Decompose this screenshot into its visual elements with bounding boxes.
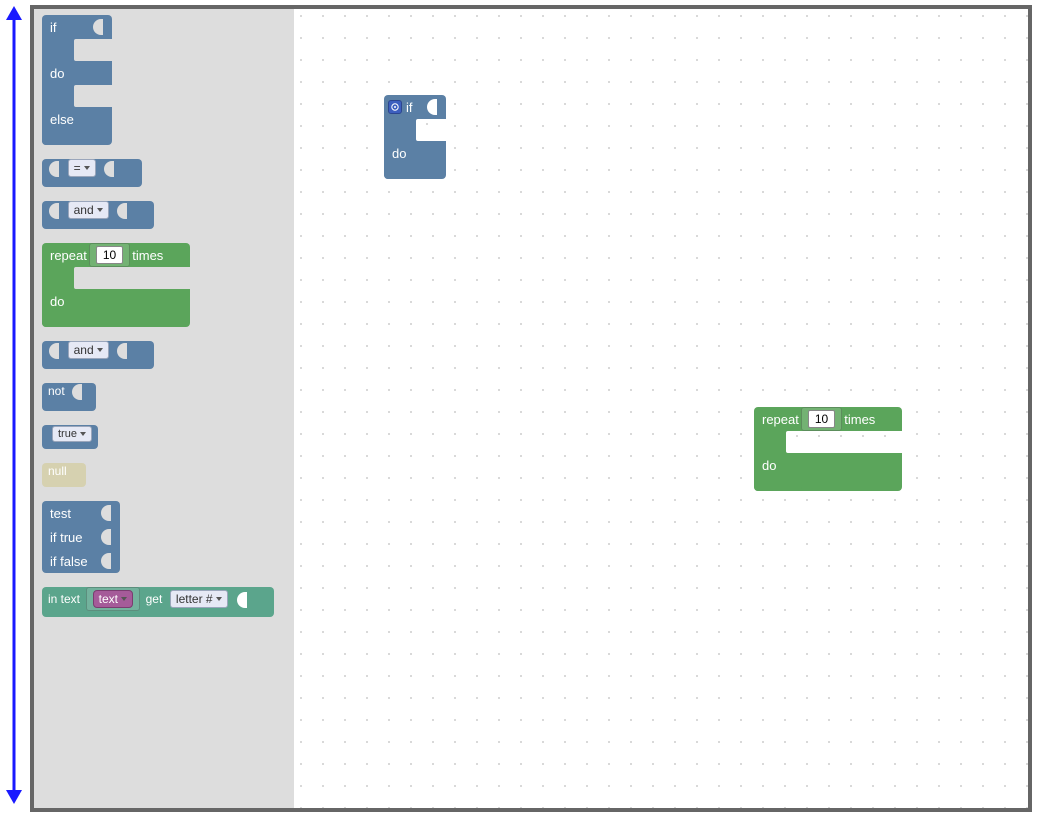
label-in-text: in text <box>48 592 80 606</box>
block-null[interactable]: null <box>42 463 86 487</box>
dropdown-and-2[interactable]: and <box>68 341 109 359</box>
workspace-block-if-do[interactable]: if do <box>384 95 446 179</box>
label-if: if <box>50 20 57 35</box>
label-iftrue: if true <box>50 530 83 545</box>
label-ws-do: do <box>392 146 406 161</box>
gear-icon[interactable] <box>388 100 402 114</box>
block-in-text-get-letter[interactable]: in text text get letter # <box>42 587 274 617</box>
input-ws-repeat-count[interactable]: 10 <box>808 410 835 428</box>
block-logic-and-2[interactable]: and <box>42 341 154 369</box>
blockly-container: if do else = and rep <box>30 5 1032 812</box>
label-ws-times: times <box>844 412 875 427</box>
toolbox[interactable]: if do else = and rep <box>34 9 294 808</box>
block-repeat-times[interactable]: repeat 10 times do <box>42 243 190 327</box>
label-iffalse: if false <box>50 554 88 569</box>
dropdown-compare-op[interactable]: = <box>68 159 96 177</box>
dropdown-and-1[interactable]: and <box>68 201 109 219</box>
label-do: do <box>50 66 64 81</box>
block-if-do-else[interactable]: if do else <box>42 15 112 145</box>
label-ws-if: if <box>406 100 413 115</box>
editor-frame: if do else = and rep <box>0 0 1042 820</box>
dropdown-text-var[interactable]: text <box>93 590 133 608</box>
label-do-repeat: do <box>50 294 64 309</box>
label-test: test <box>50 506 71 521</box>
workspace[interactable]: if do repeat 10 times do <box>294 9 1028 808</box>
dropdown-letter-mode[interactable]: letter # <box>170 590 228 608</box>
workspace-block-repeat[interactable]: repeat 10 times do <box>754 407 902 491</box>
block-logic-and-1[interactable]: and <box>42 201 154 229</box>
block-true[interactable]: true <box>42 425 98 449</box>
label-ws-repeat: repeat <box>762 412 799 427</box>
input-repeat-count[interactable]: 10 <box>96 246 123 264</box>
vertical-resize-arrow <box>2 6 26 804</box>
label-null: null <box>48 464 67 478</box>
label-else: else <box>50 112 74 127</box>
label-repeat: repeat <box>50 248 87 263</box>
label-times: times <box>132 248 163 263</box>
block-compare[interactable]: = <box>42 159 142 187</box>
block-test-iftrue-iffalse[interactable]: test if true if false <box>42 501 120 573</box>
dropdown-true[interactable]: true <box>52 426 92 442</box>
label-get: get <box>146 592 163 606</box>
label-ws-do-repeat: do <box>762 458 776 473</box>
block-not[interactable]: not <box>42 383 96 411</box>
label-not: not <box>48 384 65 398</box>
